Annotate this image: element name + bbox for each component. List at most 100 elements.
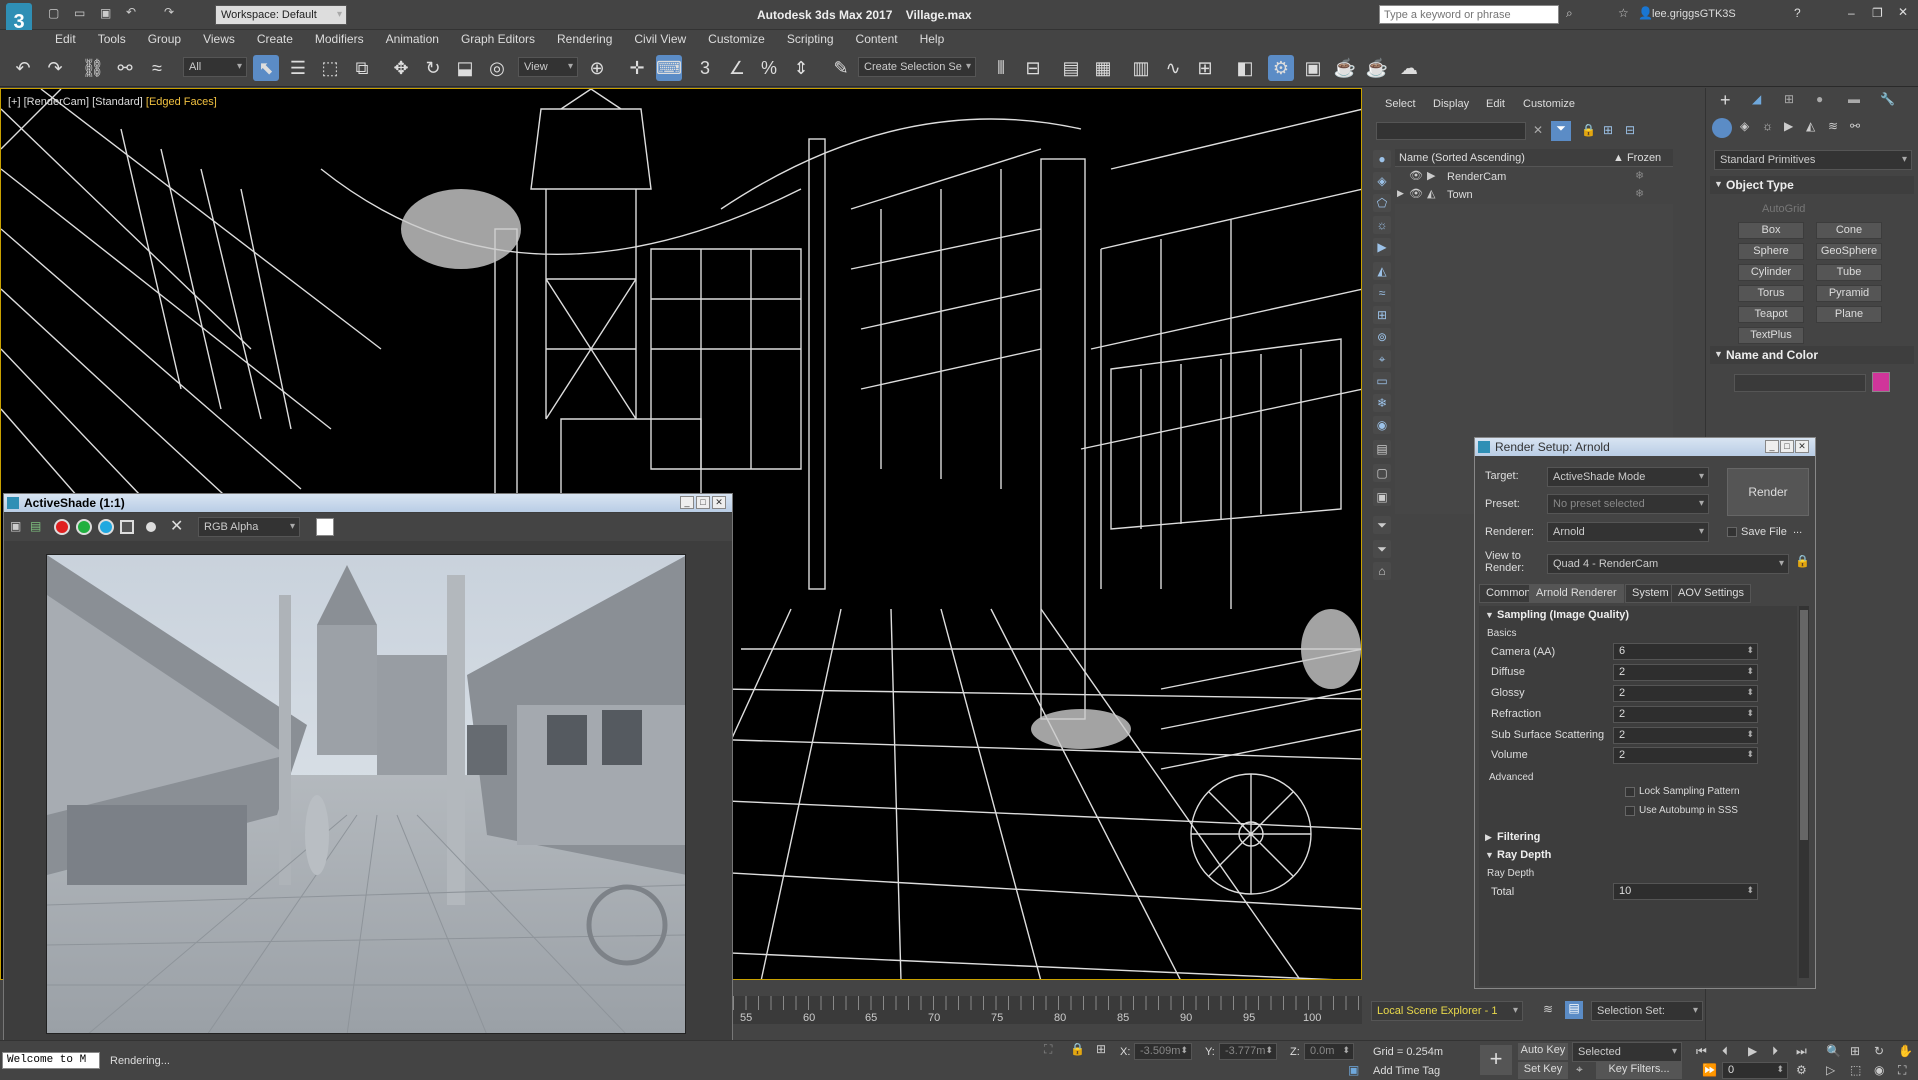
- display-spacewarps-icon[interactable]: ≈: [1373, 284, 1391, 302]
- column-frozen-header[interactable]: ▲ Frozen: [1613, 152, 1661, 164]
- mirror-icon[interactable]: ⫴: [988, 55, 1014, 81]
- bind-spacewarp-icon[interactable]: ≈: [144, 55, 170, 81]
- current-frame-field[interactable]: 0: [1722, 1062, 1788, 1079]
- rollout-title[interactable]: Ray Depth: [1497, 849, 1551, 861]
- tag-icon[interactable]: ⌂: [1373, 562, 1391, 580]
- mono-icon[interactable]: [146, 522, 156, 532]
- alpha-channel-icon[interactable]: [120, 520, 134, 534]
- expand-arrow-icon[interactable]: ▶: [1485, 832, 1492, 843]
- name-color-rollout[interactable]: ▼ Name and Color: [1710, 346, 1914, 364]
- menu-views[interactable]: Views: [192, 30, 246, 48]
- link-icon[interactable]: ⛓: [80, 55, 106, 81]
- zoom-all-icon[interactable]: ⊞: [1850, 1044, 1860, 1058]
- motion-tab-icon[interactable]: ●: [1816, 92, 1823, 106]
- plane-button[interactable]: Plane: [1816, 306, 1882, 323]
- red-channel-icon[interactable]: [54, 519, 70, 535]
- lock-sampling-checkbox[interactable]: [1625, 787, 1635, 797]
- selection-region-icon[interactable]: ⬚: [317, 55, 343, 81]
- save-icon[interactable]: ▣: [100, 6, 111, 20]
- select-object-icon[interactable]: ⬉: [253, 55, 279, 81]
- edit-named-selection-icon[interactable]: ✎: [828, 55, 854, 81]
- go-to-end-icon[interactable]: ⏭: [1796, 1044, 1807, 1059]
- list-item[interactable]: ▶ 👁 ◭ Town ❄: [1395, 186, 1673, 204]
- selection-lock-icon[interactable]: 🔒: [1070, 1042, 1085, 1056]
- auto-key-button[interactable]: Auto Key: [1518, 1043, 1568, 1060]
- render-button[interactable]: Render: [1727, 468, 1809, 516]
- placement-icon[interactable]: ◎: [484, 55, 510, 81]
- open-icon[interactable]: ▭: [74, 6, 85, 20]
- menu-help[interactable]: Help: [909, 30, 956, 48]
- display-invert-icon[interactable]: ▣: [1373, 488, 1391, 506]
- renderer-select[interactable]: Arnold: [1547, 522, 1709, 542]
- hierarchy-tab-icon[interactable]: ⊞: [1784, 92, 1794, 106]
- render-activeshade-icon[interactable]: ☕: [1364, 55, 1390, 81]
- camera-aa-spinner[interactable]: 6: [1613, 643, 1758, 660]
- render-cloud-icon[interactable]: ☁: [1396, 55, 1422, 81]
- blue-channel-icon[interactable]: [98, 519, 114, 535]
- add-time-tag[interactable]: Add Time Tag: [1373, 1065, 1440, 1077]
- key-mode-select[interactable]: Selected: [1572, 1042, 1682, 1062]
- binoculars-icon[interactable]: ⌕: [1566, 6, 1573, 21]
- helpers-icon[interactable]: ◭: [1806, 119, 1815, 133]
- explorer-menu-customize[interactable]: Customize: [1523, 98, 1575, 110]
- save-file-label[interactable]: Save File: [1741, 526, 1787, 538]
- close-icon[interactable]: ✕: [712, 496, 726, 509]
- display-channel-select[interactable]: RGB Alpha: [198, 517, 300, 537]
- cylinder-button[interactable]: Cylinder: [1738, 264, 1804, 281]
- explorer-menu-select[interactable]: Select: [1385, 98, 1416, 110]
- key-filters-button[interactable]: Key Filters...: [1596, 1062, 1682, 1079]
- menu-modifiers[interactable]: Modifiers: [304, 30, 375, 48]
- spinner-snap-icon[interactable]: ⇕: [788, 55, 814, 81]
- restore-icon[interactable]: □: [1780, 440, 1794, 453]
- collapse-arrow-icon[interactable]: ▼: [1714, 349, 1723, 359]
- menu-customize[interactable]: Customize: [697, 30, 776, 48]
- textplus-button[interactable]: TextPlus: [1738, 327, 1804, 344]
- ribbon-icon[interactable]: ▥: [1128, 55, 1154, 81]
- time-tag-icon[interactable]: ▣: [1348, 1063, 1359, 1077]
- undo-icon[interactable]: ↶: [10, 55, 36, 81]
- timeline[interactable]: 55 60 65 70 75 80 85 90 95 100: [733, 996, 1362, 1024]
- menu-content[interactable]: Content: [845, 30, 909, 48]
- display-containers-icon[interactable]: ▭: [1373, 372, 1391, 390]
- menu-graph-editors[interactable]: Graph Editors: [450, 30, 546, 48]
- x-coordinate-field[interactable]: -3.509m: [1134, 1043, 1192, 1060]
- absolute-mode-icon[interactable]: ⊞: [1096, 1042, 1106, 1056]
- systems-icon[interactable]: ⚯: [1850, 119, 1860, 133]
- clear-icon[interactable]: ✕: [170, 516, 183, 536]
- object-color-swatch[interactable]: [1872, 372, 1890, 392]
- scrollbar-thumb[interactable]: [1800, 610, 1808, 840]
- search-input[interactable]: [1379, 5, 1559, 24]
- scene-explorer-icon[interactable]: ▤: [1058, 55, 1084, 81]
- sphere-button[interactable]: Sphere: [1738, 243, 1804, 260]
- tab-aov-settings[interactable]: AOV Settings: [1671, 584, 1752, 603]
- filtering-rollout[interactable]: ▶ Filtering: [1481, 830, 1743, 846]
- close-icon[interactable]: ✕: [1795, 440, 1809, 453]
- display-groups-icon[interactable]: ⊞: [1373, 306, 1391, 324]
- percent-snap-icon[interactable]: %: [756, 55, 782, 81]
- key-mode-toggle-icon[interactable]: ⏩: [1702, 1063, 1717, 1077]
- object-name-input[interactable]: [1734, 374, 1866, 392]
- autobump-checkbox[interactable]: [1625, 806, 1635, 816]
- undo-icon[interactable]: ↶: [126, 5, 136, 19]
- next-frame-icon[interactable]: ⏵: [1772, 1044, 1778, 1059]
- list-item-label[interactable]: Town: [1447, 189, 1473, 201]
- ray-depth-rollout[interactable]: ▼ Ray Depth: [1481, 848, 1743, 864]
- maximize-viewport-icon[interactable]: ⛶: [1898, 1063, 1906, 1078]
- restore-icon[interactable]: ❐: [1872, 6, 1883, 20]
- viewport-label[interactable]: [+] [RenderCam] [Standard] [Edged Faces]: [8, 96, 217, 108]
- menu-edit[interactable]: Edit: [44, 30, 87, 48]
- rollout-title[interactable]: Object Type: [1726, 178, 1794, 192]
- explorer-menu-edit[interactable]: Edit: [1486, 98, 1505, 110]
- menu-group[interactable]: Group: [137, 30, 192, 48]
- layer-icon[interactable]: ⊟: [1625, 123, 1635, 137]
- filter-funnel-icon[interactable]: ⏷: [1373, 516, 1391, 534]
- zoom-icon[interactable]: 🔍: [1826, 1044, 1841, 1058]
- key-filter-icon[interactable]: ⌖: [1576, 1062, 1583, 1077]
- close-icon[interactable]: ✕: [1898, 5, 1908, 19]
- diffuse-spinner[interactable]: 2: [1613, 664, 1758, 681]
- activeshade-title[interactable]: ActiveShade (1:1): [4, 494, 732, 512]
- utilities-tab-icon[interactable]: 🔧: [1880, 92, 1895, 106]
- teapot-button[interactable]: Teapot: [1738, 306, 1804, 323]
- user-icon[interactable]: 👤: [1638, 6, 1653, 20]
- refraction-spinner[interactable]: 2: [1613, 706, 1758, 723]
